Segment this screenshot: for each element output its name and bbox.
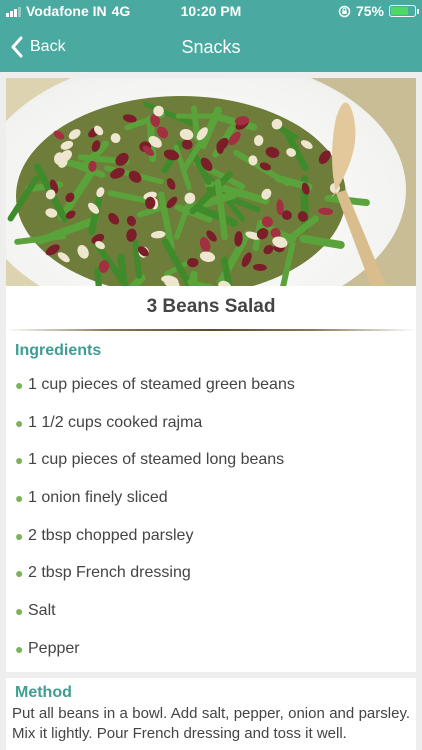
ingredient-item: ● Pepper (15, 630, 407, 668)
status-left: Vodafone IN 4G (6, 3, 130, 19)
bullet-icon: ● (15, 527, 24, 544)
battery-percent: 75% (355, 3, 384, 19)
ingredient-item: ● Salt (15, 592, 407, 630)
bullet-icon: ● (15, 640, 24, 657)
signal-icon (6, 6, 21, 17)
ingredient-text: Salt (28, 601, 56, 619)
ingredients-list: ● 1 cup pieces of steamed green beans ● 1 1… (6, 366, 416, 672)
method-text: Put all beans in a bowl. Add salt, peppe… (12, 704, 410, 742)
method-card: Method Put all beans in a bowl. Add salt… (6, 677, 416, 750)
ingredients-heading: Ingredients (15, 342, 102, 359)
status-right: 75% (338, 3, 419, 19)
ingredient-item: ● 1 1/2 cups cooked rajma (15, 404, 407, 442)
bullet-icon: ● (15, 565, 24, 582)
chevron-left-icon (11, 36, 23, 58)
ingredient-text: 1 cup pieces of steamed long beans (28, 451, 285, 469)
bullet-icon: ● (15, 602, 24, 619)
status-bar: Vodafone IN 4G 10:20 PM 75% (0, 0, 422, 22)
navigation-bar: Back Snacks (0, 22, 422, 72)
method-heading: Method (15, 683, 72, 701)
bullet-icon: ● (15, 489, 24, 506)
battery-level (391, 7, 409, 15)
ingredient-item: ● 1 onion finely sliced (15, 479, 407, 517)
back-label: Back (30, 38, 66, 55)
recipe-image (6, 78, 416, 286)
ingredient-text: 2 tbsp chopped parsley (28, 526, 194, 544)
ingredient-text: 2 tbsp French dressing (28, 564, 191, 582)
ingredient-item: ● 2 tbsp French dressing (15, 554, 407, 592)
ingredient-item: ● 1 cup pieces of steamed long beans (15, 441, 407, 479)
ingredient-text: Pepper (28, 639, 80, 657)
orientation-lock-icon (338, 5, 351, 17)
bullet-icon: ● (15, 452, 24, 469)
recipe-title: 3 Beans Salad (146, 296, 276, 317)
ingredient-text: 1 1/2 cups cooked rajma (28, 413, 203, 431)
network-type: 4G (111, 3, 131, 19)
bean-salad-illustration (6, 78, 416, 286)
recipe-card: 3 Beans Salad Ingredients ● 1 cup pieces … (6, 78, 416, 672)
back-button[interactable]: Back (0, 36, 66, 58)
bullet-icon: ● (15, 376, 24, 393)
battery-icon (389, 5, 419, 17)
ingredient-item: ● 1 cup pieces of steamed green beans (15, 366, 407, 404)
bullet-icon: ● (15, 414, 24, 431)
ingredient-item: ● 2 tbsp chopped parsley (15, 517, 407, 555)
carrier-name: Vodafone IN (26, 3, 107, 19)
ingredient-text: 1 onion finely sliced (28, 488, 168, 506)
ingredient-text: 1 cup pieces of steamed green beans (28, 375, 295, 393)
